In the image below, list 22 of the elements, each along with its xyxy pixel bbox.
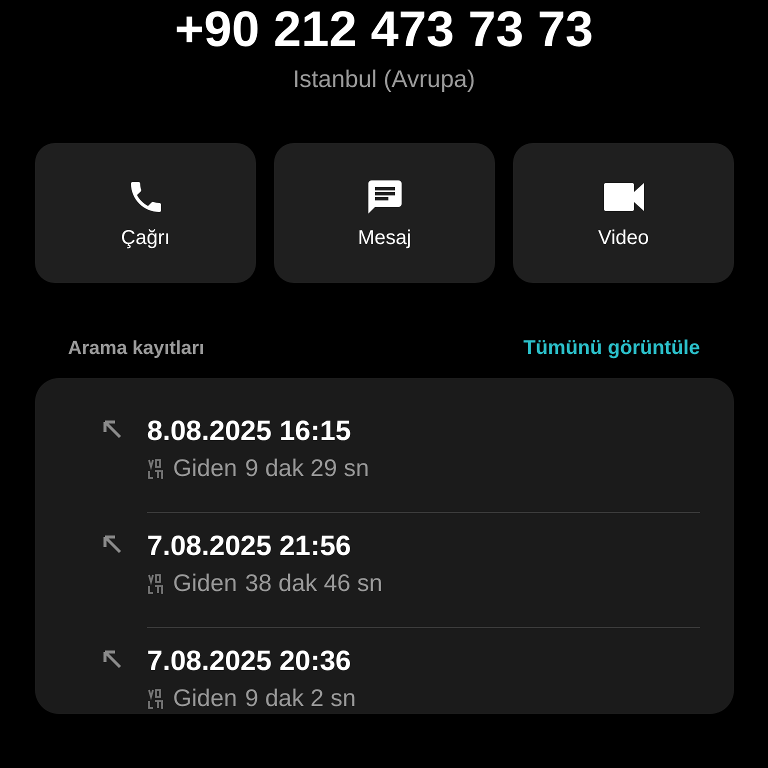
section-title: Arama kayıtları (68, 338, 204, 360)
call-button[interactable]: Çağrı (35, 143, 256, 283)
call-datetime: 7.08.2025 21:56 (147, 529, 352, 563)
view-all-link[interactable]: Tümünü görüntüle (523, 337, 700, 360)
call-type: Giden (173, 569, 238, 599)
call-type: Giden (173, 454, 238, 484)
message-button[interactable]: Mesaj (274, 143, 495, 283)
video-button[interactable]: Video (513, 143, 734, 283)
call-duration: 9 dak 2 sn (245, 684, 356, 714)
call-datetime: 8.08.2025 16:15 (147, 414, 352, 448)
location-label: Istanbul (Avrupa) (292, 65, 476, 95)
call-duration: 9 dak 29 sn (245, 454, 370, 484)
volte-icon (147, 687, 165, 711)
arrow-icon (101, 418, 123, 440)
call-type: Giden (173, 684, 238, 714)
volte-icon (147, 572, 165, 596)
volte-icon (147, 457, 165, 481)
call-datetime: 7.08.2025 20:36 (147, 644, 352, 678)
phone-number: +90 212 473 73 73 (174, 2, 594, 56)
call-duration: 38 dak 46 sn (245, 569, 382, 599)
arrow-icon (101, 648, 123, 670)
arrow-icon (101, 533, 123, 555)
